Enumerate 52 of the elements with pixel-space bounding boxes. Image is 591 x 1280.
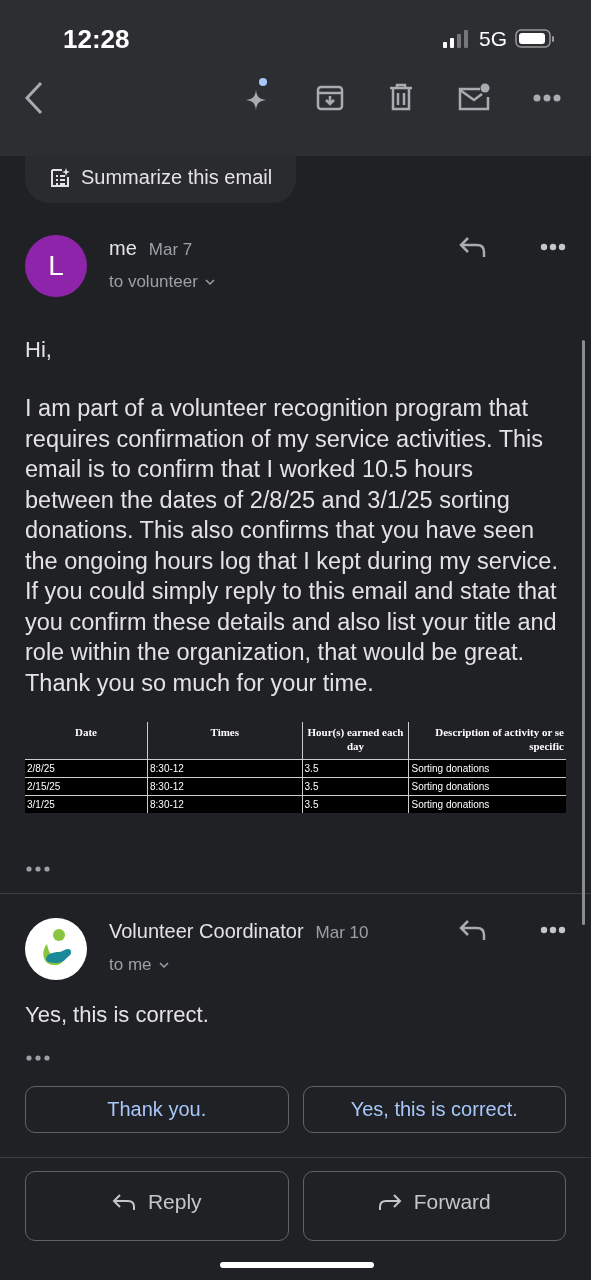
summary-icon xyxy=(49,166,71,189)
message-date: Mar 7 xyxy=(148,240,193,260)
forward-icon xyxy=(377,1192,402,1211)
mail-icon[interactable] xyxy=(457,83,491,113)
table-cell: 8:30-12 xyxy=(147,795,303,813)
column-header: Times xyxy=(147,722,303,760)
table-cell: Sorting donations xyxy=(409,777,566,796)
message-body: I am part of a volunteer recognition program that requires confirmation of my service activities. This email is to confirm that I worked 10.5 hours between the dates of 2/8/25 and 3/1/25 sorting donations. This also confirms that you have seen the ongoing hours log that I kept during my service. If you could simply reply to this email and state that you confirm these details and also list your title and role within the organization, that would be great. Thank you so much for your time. xyxy=(25,394,559,698)
table-cell: 8:30-12 xyxy=(147,759,303,778)
battery-icon xyxy=(515,28,555,50)
sender-name: me xyxy=(109,237,137,260)
reply-icon[interactable] xyxy=(458,918,488,942)
table-cell: 2/15/25 xyxy=(25,777,148,796)
column-header: Description of activity or se specific xyxy=(409,722,566,760)
table-cell: 3.5 xyxy=(302,759,409,778)
message-date: Mar 10 xyxy=(315,923,369,943)
table-cell: 2/8/25 xyxy=(25,759,148,778)
avatar: L xyxy=(25,235,87,297)
network-label: 5G xyxy=(479,27,507,51)
forward-button[interactable]: Forward xyxy=(302,1171,566,1241)
table-cell: Sorting donations xyxy=(409,795,566,813)
signal-icon xyxy=(443,29,471,49)
greeting-text: Hi, xyxy=(25,337,53,363)
reply-icon[interactable] xyxy=(458,235,488,259)
clock-time: 12:28 xyxy=(63,23,130,55)
summarize-button[interactable]: Summarize this email xyxy=(25,156,297,203)
column-header: Hour(s) earned each day xyxy=(302,722,409,760)
table-cell: 3.5 xyxy=(302,777,409,796)
more-icon[interactable] xyxy=(540,243,566,251)
back-icon[interactable] xyxy=(24,81,44,115)
show-trimmed-icon[interactable] xyxy=(25,865,51,873)
recipient-dropdown[interactable]: to me xyxy=(109,955,170,975)
smart-reply-chip[interactable]: Thank you. xyxy=(25,1086,289,1133)
table-cell: Sorting donations xyxy=(409,759,566,778)
chevron-down-icon xyxy=(157,961,170,969)
more-icon[interactable] xyxy=(540,926,566,934)
message-body: Yes, this is correct. xyxy=(25,1002,210,1028)
recipient-dropdown[interactable]: to volunteer xyxy=(109,272,216,292)
table-cell: 3.5 xyxy=(302,795,409,813)
archive-icon[interactable] xyxy=(315,83,345,113)
column-header: Date xyxy=(25,722,148,760)
sender-name: Volunteer Coordinator xyxy=(109,920,304,943)
reply-icon xyxy=(111,1192,136,1211)
reply-button[interactable]: Reply xyxy=(25,1171,289,1241)
table-cell: 3/1/25 xyxy=(25,795,148,813)
smart-reply-chip[interactable]: Yes, this is correct. xyxy=(302,1086,566,1133)
sender-logo-icon[interactable] xyxy=(25,918,87,980)
show-trimmed-icon[interactable] xyxy=(25,1054,51,1062)
chevron-down-icon xyxy=(203,278,216,286)
table-cell: 8:30-12 xyxy=(147,777,303,796)
trash-icon[interactable] xyxy=(387,83,415,113)
more-icon[interactable] xyxy=(533,93,561,103)
